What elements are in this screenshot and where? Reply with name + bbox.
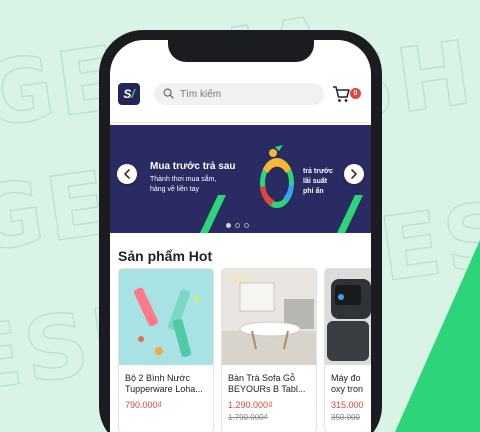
product-image-water-bottles (119, 269, 213, 365)
product-name: Bàn Trà Sofa Gỗ (228, 373, 296, 383)
app-logo[interactable]: S/ (118, 83, 140, 105)
product-name: oxy tron (331, 384, 364, 394)
phone-screen: S/ 0 (110, 40, 371, 432)
banner-subtitle: Thành thơi mua sắm, hàng về liền tay (150, 175, 250, 195)
banner-next-button[interactable] (344, 164, 364, 184)
chevron-right-icon (351, 169, 357, 179)
phone-notch (168, 40, 314, 62)
banner-subtitle-line: hàng về liền tay (150, 186, 200, 193)
carousel-dots (226, 215, 253, 233)
product-image-oximeter (325, 269, 371, 365)
search-input[interactable] (180, 83, 316, 105)
banner-title: Mua trước trả sau (150, 161, 236, 172)
cart-count-badge: 0 (350, 88, 361, 99)
product-price: 1.290.000₫ (228, 400, 273, 410)
banner-subtitle-line: Thành thơi mua sắm, (150, 176, 217, 183)
divider (110, 122, 371, 123)
product-price: 790.000₫ (125, 400, 163, 410)
product-old-price: 1.790.000₫ (228, 413, 268, 422)
carousel-dot[interactable] (244, 223, 249, 228)
carousel-dot[interactable] (235, 223, 240, 228)
hot-products-title: Sản phẩm Hot (118, 248, 213, 264)
product-name: BEYOURs B Tabl... (228, 384, 306, 394)
product-card[interactable]: Bộ 2 Bình Nước Tupperware Loha... 790.00… (118, 268, 214, 432)
product-price: 315.000 (331, 400, 364, 410)
hot-products-list: Bộ 2 Bình Nước Tupperware Loha... 790.00… (118, 268, 371, 432)
banner-right-text: trả trước lãi suất phí ẩn (303, 167, 333, 197)
product-card[interactable]: Bàn Trà Sofa Gỗ BEYOURs B Tabl... 1.290.… (221, 268, 317, 432)
product-name: Máy đo (331, 373, 361, 383)
chevron-left-icon (124, 169, 130, 179)
search-bar[interactable] (154, 83, 324, 105)
product-name: Bộ 2 Bình Nước (125, 373, 190, 383)
banner-prev-button[interactable] (117, 164, 137, 184)
product-image-coffee-table (222, 269, 316, 365)
product-old-price: 350.000 (331, 413, 360, 422)
banner-right-line: phí ẩn (303, 188, 324, 195)
banner-right-line: trả trước (303, 168, 333, 175)
product-card[interactable]: Máy đo oxy tron 315.000 350.000 (324, 268, 371, 432)
top-bar: S/ 0 (110, 80, 371, 110)
search-icon (163, 88, 174, 99)
product-name: Tupperware Loha... (125, 384, 203, 394)
banner-right-line: lãi suất (303, 178, 328, 185)
carousel-dot[interactable] (226, 223, 231, 228)
